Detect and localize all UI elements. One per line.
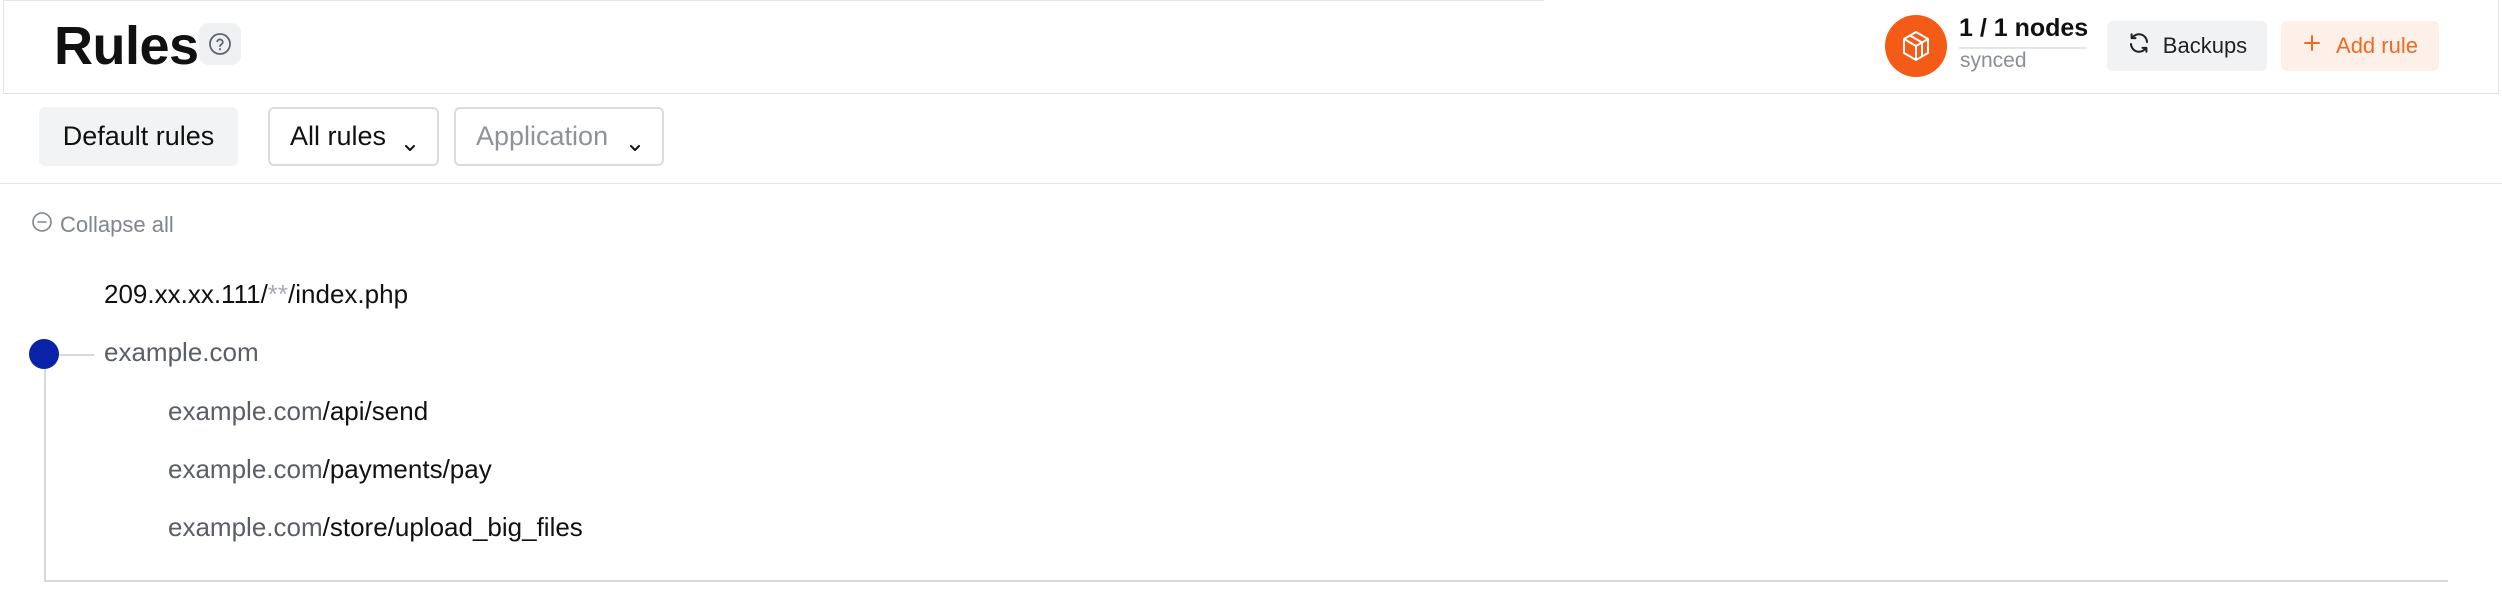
node-cube-icon[interactable]: [1885, 15, 1947, 77]
rule-item[interactable]: example.com/api/send: [168, 395, 428, 427]
rule-item[interactable]: 209.xx.xx.111/**/index.php: [104, 278, 408, 310]
page-header: Rules 1 / 1 nodes synced Backups Add rul…: [3, 0, 2499, 94]
nodes-count[interactable]: 1 / 1 nodes: [1959, 13, 2088, 43]
minus-circle-icon: [31, 211, 53, 239]
backups-label: Backups: [2162, 33, 2248, 58]
rule-path: /index.php: [288, 279, 409, 309]
collapse-all-button[interactable]: Collapse all: [31, 211, 174, 239]
rule-host: example.com: [168, 396, 323, 426]
plus-icon: [2302, 33, 2322, 59]
rule-host: example.com: [168, 454, 323, 484]
rule-host: 209.xx.xx.111/: [104, 279, 268, 309]
tree-node-dot[interactable]: [29, 339, 59, 369]
header-divider: [1544, 0, 2498, 2]
question-circle-icon[interactable]: [199, 23, 241, 65]
rule-path: /api/send: [322, 396, 429, 426]
rule-item[interactable]: example.com/payments/pay: [168, 453, 492, 485]
rule-scope-select[interactable]: All rules: [268, 107, 439, 166]
chevron-down-icon: [403, 131, 417, 162]
rule-host: example.com: [104, 337, 259, 367]
page-title: Rules: [54, 16, 199, 76]
application-placeholder: Application: [476, 121, 609, 151]
default-rules-button[interactable]: Default rules: [39, 107, 238, 166]
add-rule-label: Add rule: [2336, 33, 2418, 58]
filter-bar: Default rules All rules Application: [0, 94, 2502, 184]
rule-wildcard: **: [267, 279, 289, 309]
refresh-icon: [2127, 31, 2151, 61]
tree-connector: [44, 369, 46, 581]
tree-connector: [59, 354, 94, 356]
chevron-down-icon: [628, 131, 642, 162]
rule-item[interactable]: example.com: [104, 336, 259, 368]
rule-item[interactable]: example.com/store/upload_big_files: [168, 511, 583, 543]
backups-button[interactable]: Backups: [2107, 21, 2267, 71]
application-select[interactable]: Application: [454, 107, 664, 166]
rule-path: /payments/pay: [322, 454, 492, 484]
rule-scope-value: All rules: [290, 121, 387, 151]
nodes-sync-status: synced: [1960, 49, 2027, 72]
rule-path: /store/upload_big_files: [322, 512, 583, 542]
rule-host: example.com: [168, 512, 323, 542]
collapse-all-label: Collapse all: [60, 212, 174, 237]
add-rule-button[interactable]: Add rule: [2281, 21, 2439, 71]
tree-connector: [44, 580, 2448, 582]
